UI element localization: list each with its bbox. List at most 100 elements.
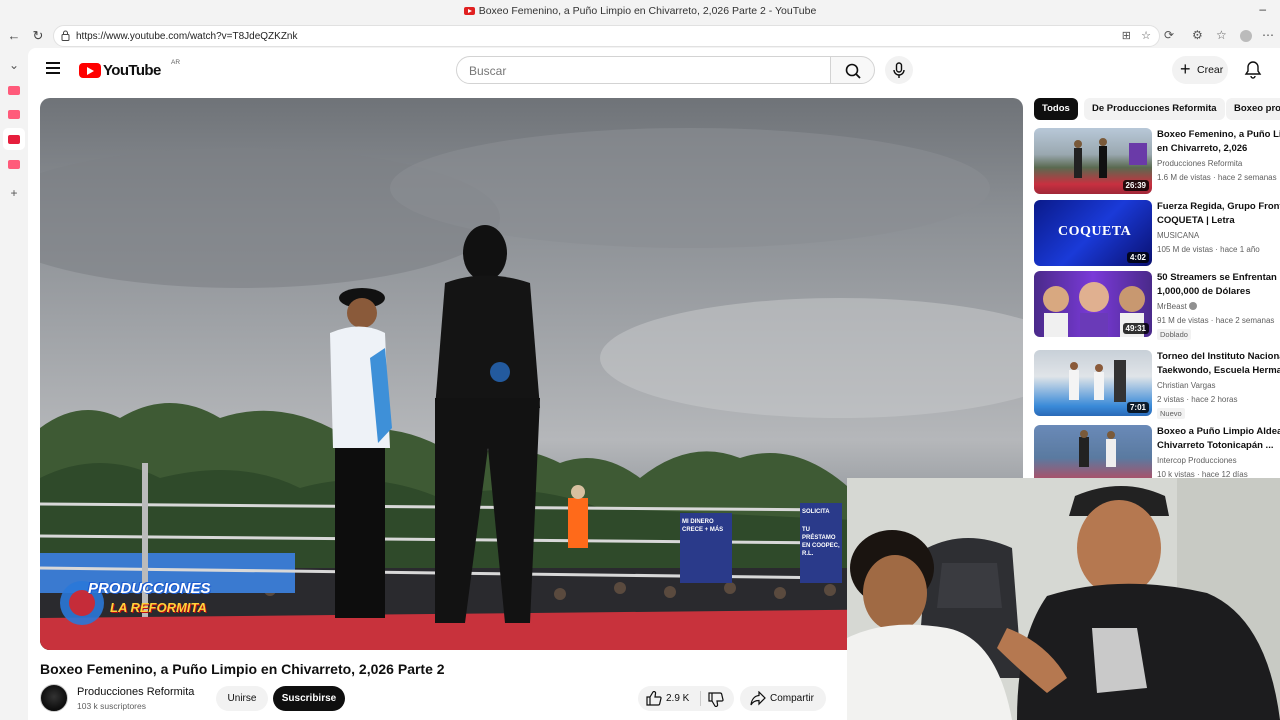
search-placeholder: Buscar [469,64,507,78]
favorite-star-icon[interactable]: ☆ [1141,29,1151,42]
recommendation-thumbnail[interactable]: 49:31 [1034,271,1152,337]
youtube-logo-text: YouTube [103,62,161,79]
like-count: 2.9 K [666,693,690,704]
tab-youtube-active-icon[interactable] [8,135,20,144]
window-title: Boxeo Femenino, a Puño Limpio en Chivarr… [478,5,817,17]
channel-name: MrBeast [1157,302,1187,311]
banner-mi-dinero: MI DINERO CRECE + MÁS [682,519,724,533]
title-line1: Fuerza Regida, Grupo Fronte [1157,201,1280,212]
recommendation-filter-chips: Todos De Producciones Reformita Boxeo pr… [1034,98,1280,120]
reload-icon[interactable]: ↻ [29,27,47,45]
title-line2: Chivarreto Totonicapán ... [1157,440,1274,451]
back-icon[interactable]: ← [5,27,23,45]
notifications-bell-icon[interactable] [1244,60,1262,80]
dubbed-badge: Doblado [1157,329,1191,340]
recommendation-thumbnail[interactable]: 26:39 [1034,128,1152,194]
channel-avatar[interactable] [40,684,68,712]
title-line1: Torneo del Instituto Naciona [1157,351,1280,362]
recommendation-meta: 105 M de vistas · hace 1 año [1157,245,1260,254]
recommendation-channel: Christian Vargas [1157,381,1216,390]
video-duration: 26:39 [1122,180,1149,191]
address-bar[interactable]: https://www.youtube.com/watch?v=T8JdeQZK… [53,25,1160,47]
collapse-tabs-icon[interactable]: ⌄ [7,58,21,72]
video-title: Boxeo Femenino, a Puño Limpio en Chivarr… [40,661,445,677]
share-button[interactable]: Compartir [740,686,826,711]
chip-channel[interactable]: De Producciones Reformita [1084,98,1225,120]
browser-titlebar: Boxeo Femenino, a Puño Limpio en Chivarr… [0,0,1280,24]
title-line1: 50 Streamers se Enfrentan p [1157,272,1280,283]
search-button[interactable] [830,56,875,84]
apps-icon[interactable]: ⊞ [1122,29,1131,42]
like-divider [700,691,701,706]
recommendation-channel: MUSICANA [1157,231,1200,240]
search-input[interactable]: Buscar [456,56,831,84]
youtube-play-logo-icon [79,63,101,78]
video-duration: 49:31 [1122,323,1149,334]
recommendation-title: 50 Streamers se Enfrentan p 1,000,000 de … [1157,271,1280,299]
dislike-thumbs-down-icon[interactable] [708,692,724,707]
title-line1: Boxeo a Puño Limpio Aldea [1157,426,1280,437]
tab-youtube-2-icon[interactable] [8,110,20,119]
youtube-favicon-icon [463,7,475,15]
browser-navbar: ← ↻ https://www.youtube.com/watch?v=T8Jd… [0,24,1280,48]
tab-youtube-1-icon[interactable] [8,86,20,95]
extensions-icon[interactable]: ⟳ [1164,28,1174,42]
like-thumbs-up-icon[interactable] [646,691,662,706]
join-button[interactable]: Unirse [216,686,268,711]
video-duration: 7:01 [1126,402,1149,413]
vertical-tabs-sidebar: ⌄ + [0,48,28,720]
recommendation-meta: 91 M de vistas · hace 2 semanas [1157,316,1275,325]
window-title-wrap: Boxeo Femenino, a Puño Limpio en Chivarr… [0,5,1280,17]
recommendation-item[interactable]: COQUETA 4:02 Fuerza Regida, Grupo Fronte… [1034,200,1280,266]
new-badge: Nuevo [1157,408,1185,419]
chip-boxeo[interactable]: Boxeo pro [1226,98,1280,120]
banner-solicita-top: SOLICITA [802,509,830,515]
recommendation-thumbnail[interactable]: 7:01 [1034,350,1152,416]
share-arrow-icon [750,691,766,706]
recommendation-item[interactable]: 7:01 Torneo del Instituto Naciona Taekwon… [1034,350,1280,419]
minimize-icon[interactable]: – [1259,2,1266,16]
url-text: https://www.youtube.com/watch?v=T8JdeQZK… [76,31,298,42]
more-menu-icon[interactable]: ⋯ [1262,28,1274,42]
webcam-scene [847,478,1280,720]
title-line2: Taekwondo, Escuela Herman [1157,365,1280,376]
recommendation-title: Torneo del Instituto Naciona Taekwondo, E… [1157,350,1280,378]
like-dislike-group: 2.9 K [638,686,734,711]
watermark-line2: LA REFORMITA [110,600,207,615]
new-tab-plus-icon[interactable]: + [7,186,21,200]
title-line2: COQUETA | Letra [1157,215,1235,226]
share-label: Compartir [770,693,814,704]
title-line2: 1,000,000 de Dólares [1157,286,1251,297]
title-line1: Boxeo Femenino, a Puño Lim [1157,129,1280,140]
subscribe-button[interactable]: Suscribirse [273,686,345,711]
subscriber-count: 103 k suscriptores [77,701,146,711]
plus-icon: + [1180,59,1191,79]
recommendation-meta: 1.6 M de vistas · hace 2 semanas [1157,173,1277,182]
recommendation-title: Fuerza Regida, Grupo Fronte COQUETA | Let… [1157,200,1280,228]
profile-avatar-icon[interactable] [1240,30,1252,42]
lock-icon [61,30,70,41]
hamburger-menu-icon[interactable] [46,62,60,74]
youtube-masthead: YouTube AR Buscar + Crear [28,48,1280,92]
voice-search-button[interactable] [885,56,913,84]
thumbnail-text: COQUETA [1058,224,1132,239]
search-icon [845,63,861,79]
recommendation-thumbnail[interactable]: COQUETA 4:02 [1034,200,1152,266]
recommendation-channel: MrBeast [1157,302,1198,311]
channel-name[interactable]: Producciones Reformita [77,686,194,698]
create-label: Crear [1197,64,1224,76]
recommendation-channel: Intercop Producciones [1157,456,1237,465]
title-line2: en Chivarreto, 2,026 [1157,143,1248,154]
chip-all[interactable]: Todos [1034,98,1078,120]
browser-essentials-icon[interactable]: ⚙ [1192,28,1203,42]
microphone-icon [893,62,905,78]
create-button[interactable]: + Crear [1172,56,1228,84]
collections-icon[interactable]: ☆ [1216,28,1227,42]
recommendation-item[interactable]: 49:31 50 Streamers se Enfrentan p 1,000,0… [1034,271,1280,340]
video-duration: 4:02 [1126,252,1149,263]
region-code: AR [171,59,181,66]
recommendation-meta: 2 vistas · hace 2 horas [1157,395,1238,404]
recommendation-item[interactable]: 26:39 Boxeo Femenino, a Puño Lim en Chiva… [1034,128,1280,194]
verified-check-icon [1189,302,1198,310]
tab-youtube-4-icon[interactable] [8,160,20,169]
